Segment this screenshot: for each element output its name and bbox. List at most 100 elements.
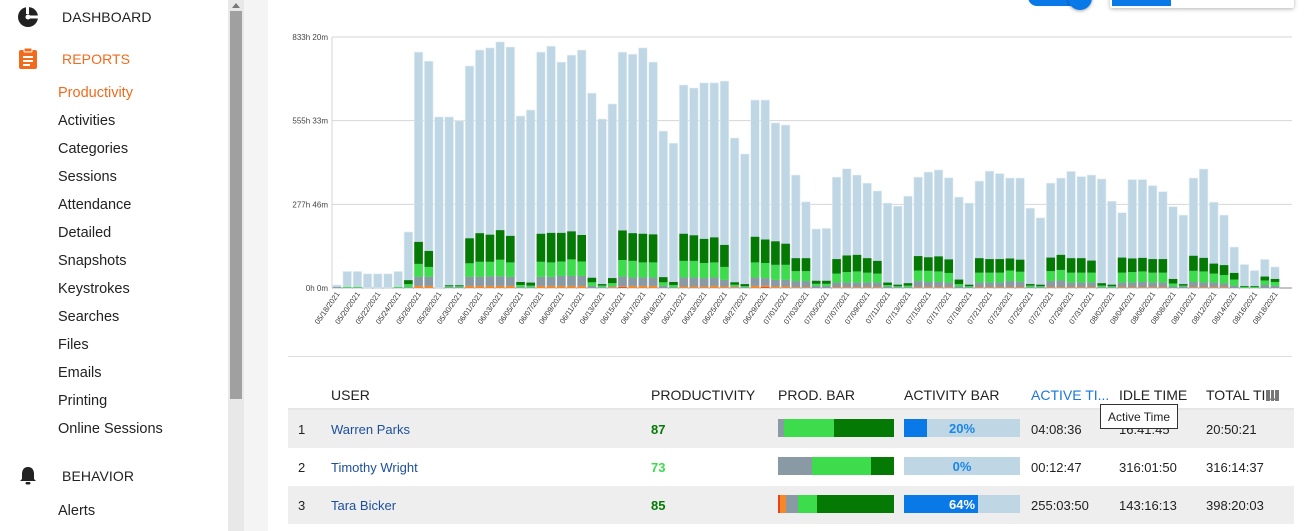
bar-segment-unproductive_passive (536, 285, 546, 288)
bar-segment-unproductive_passive (771, 286, 780, 288)
prod-bar-segment-productive_passive (811, 457, 871, 475)
sidebar-item-snapshots[interactable]: Snapshots (58, 253, 127, 269)
bar-segment-productive_active (1270, 278, 1280, 282)
bar-segment-undefined (332, 287, 342, 288)
bar-segment-unproductive_passive (638, 285, 648, 288)
table-row[interactable]: 2 Timothy Wright 73 0% 00:12:47 316:01:50 316:… (288, 448, 1294, 486)
bar-segment-undefined (852, 282, 862, 288)
bar-segment-undefined (791, 281, 801, 288)
bar-segment-unproductive_passive (1209, 287, 1219, 288)
bar-segment-productive_active (679, 233, 688, 261)
bar-segment-undefined (811, 285, 821, 288)
col-idle-time[interactable]: IDLE TIME (1119, 387, 1187, 403)
bar-segment-productive_passive (893, 286, 903, 288)
bar-segment-unproductive_passive (679, 286, 688, 288)
bar-segment-productive_active (822, 280, 831, 284)
bar-segment-productive_passive (475, 261, 485, 277)
bar-segment-unproductive_passive (1087, 287, 1096, 288)
bar-segment-undefined (1229, 285, 1239, 288)
bar-segment-undefined (475, 276, 485, 286)
bar-segment-productive_active (577, 234, 586, 262)
bar-segment-productive_passive (1270, 281, 1280, 286)
bar-total (740, 153, 750, 289)
bar-segment-productive_passive (607, 283, 617, 287)
col-productivity[interactable]: PRODUCTIVITY (651, 387, 755, 403)
bar-segment-undefined (607, 286, 617, 288)
sidebar-item-attendance[interactable]: Attendance (58, 197, 131, 213)
sidebar-item-productivity[interactable]: Productivity (58, 85, 133, 101)
col-active-time[interactable]: ACTIVE TI... (1031, 387, 1109, 403)
sidebar-item-printing[interactable]: Printing (58, 393, 107, 409)
bar-segment-productive_active (1076, 258, 1086, 273)
col-user[interactable]: USER (331, 387, 370, 403)
bar-segment-productive_active (1189, 255, 1198, 271)
bar-segment-undefined (1056, 280, 1066, 288)
bar-segment-productive_passive (1015, 271, 1025, 282)
bar-segment-productive_active (638, 233, 648, 263)
toggle-switch[interactable] (1028, 0, 1092, 10)
bar-segment-productive_passive (1209, 273, 1219, 283)
bar-total (454, 120, 464, 289)
bar-segment-undefined (699, 278, 709, 287)
sidebar-item-activities[interactable]: Activities (58, 113, 115, 129)
y-tick-label: 555h 33m (292, 117, 328, 126)
sidebar-item-categories[interactable]: Categories (58, 141, 128, 157)
toggle-knob[interactable] (1068, 0, 1092, 10)
bar-segment-undefined (455, 287, 464, 288)
bar-segment-productive_active (1229, 272, 1239, 280)
sidebar-item-searches[interactable]: Searches (58, 309, 119, 325)
bar-segment-productive_passive (557, 261, 566, 276)
sidebar-item-emails[interactable]: Emails (58, 365, 102, 381)
bar-segment-productive_passive (1260, 280, 1270, 285)
sidebar-item-files[interactable]: Files (58, 337, 89, 353)
bar-segment-unproductive_passive (842, 287, 852, 288)
prod-bar-segment-undefined (785, 495, 798, 513)
divider (288, 356, 1292, 357)
table-row[interactable]: 3 Tara Bicker 85 64% 255:03:50 143:16:13 398:2… (288, 486, 1294, 524)
bar-segment-unproductive_active (618, 287, 627, 288)
bar-segment-undefined (444, 287, 454, 288)
bar-segment-productive_active (516, 281, 525, 285)
bar-segment-productive_active (760, 239, 770, 264)
bar-total (526, 109, 536, 289)
bar-segment-undefined (964, 287, 974, 288)
bar-total (1178, 214, 1188, 289)
sidebar-item-keystrokes[interactable]: Keystrokes (58, 281, 130, 297)
bar-segment-productive_active (699, 238, 709, 264)
bar-segment-undefined (526, 287, 536, 288)
prod-bar-segment-productive_passive (797, 495, 818, 513)
gutter (244, 0, 268, 531)
bar-segment-unproductive_passive (1148, 287, 1157, 288)
sidebar-item-detailed[interactable]: Detailed (58, 225, 111, 241)
bar-segment-unproductive_active (760, 287, 770, 288)
sidebar-scrollbar[interactable] (228, 0, 244, 531)
row-number: 3 (298, 498, 306, 513)
bar-segment-undefined (648, 277, 658, 286)
bar-segment-productive_passive (1148, 272, 1157, 283)
col-prod-bar[interactable]: PROD. BAR (778, 387, 855, 403)
bar-total (1107, 200, 1117, 289)
sidebar-item-online-sessions[interactable]: Online Sessions (58, 421, 163, 437)
user-link[interactable]: Warren Parks (331, 422, 410, 437)
bar-segment-undefined (557, 275, 566, 286)
bar-segment-undefined (954, 286, 964, 288)
bar-segment-undefined (669, 287, 678, 288)
main-content: 0h 0m 277h 46m 555h 33m 833h 20m 05/18/2021 0… (268, 0, 1312, 531)
bar-segment-productive_passive (424, 266, 434, 277)
bar-segment-productive_active (414, 241, 423, 264)
scroll-up-arrow-icon[interactable] (232, 3, 240, 8)
column-chooser-icon[interactable] (1266, 390, 1280, 401)
bar-total (352, 271, 362, 289)
col-activity-bar[interactable]: ACTIVITY BAR (904, 387, 999, 403)
user-link[interactable]: Tara Bicker (331, 498, 396, 513)
bar-segment-productive_passive (1189, 270, 1198, 282)
sidebar-item-alerts[interactable]: Alerts (58, 503, 95, 519)
bar-segment-productive_active (526, 282, 536, 286)
bar-total (1035, 217, 1046, 289)
bar-segment-productive_passive (985, 272, 994, 283)
sidebar-item-sessions[interactable]: Sessions (58, 169, 117, 185)
scrollbar-thumb[interactable] (230, 11, 242, 399)
bar-segment-unproductive_passive (995, 287, 1005, 288)
user-link[interactable]: Timothy Wright (331, 460, 418, 475)
bar-segment-productive_passive (404, 284, 413, 288)
